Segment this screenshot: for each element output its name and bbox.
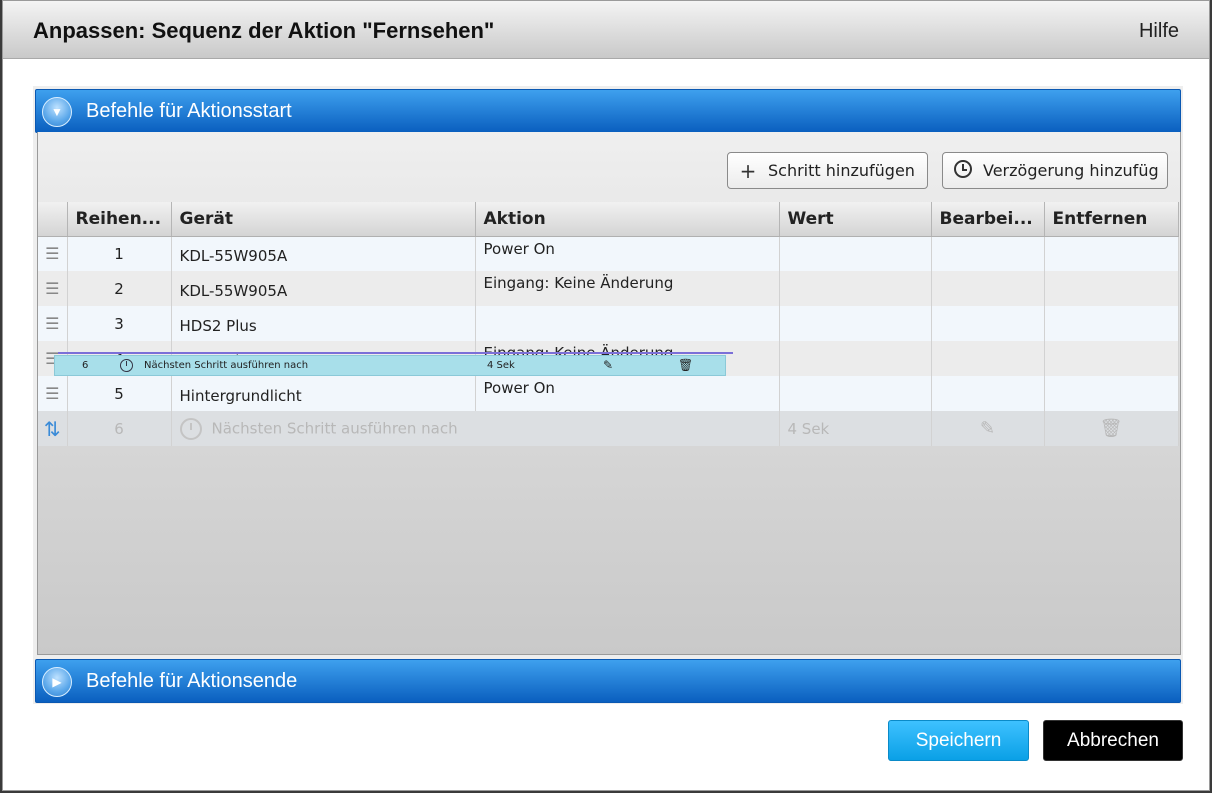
pencil-icon: ✎ bbox=[603, 358, 614, 372]
column-header-action[interactable]: Aktion bbox=[475, 202, 780, 237]
row-value bbox=[779, 271, 932, 306]
row-order: 5 bbox=[67, 376, 172, 411]
row-remove-cell bbox=[1044, 236, 1179, 271]
add-step-label: Schritt hinzufügen bbox=[768, 161, 915, 180]
row-order: 3 bbox=[67, 306, 172, 341]
sequence-table: Reihen... Gerät Aktion Wert Bearbei... E… bbox=[38, 202, 1179, 446]
clock-icon bbox=[179, 417, 202, 440]
drag-handle-icon[interactable]: ☰ bbox=[38, 236, 68, 271]
row-edit-cell bbox=[931, 306, 1045, 341]
title-bar: Anpassen: Sequenz der Aktion "Fernsehen"… bbox=[3, 1, 1209, 59]
save-button[interactable]: Speichern bbox=[888, 720, 1029, 761]
row-edit-cell bbox=[931, 236, 1045, 271]
ghost-row-value: 4 Sek bbox=[779, 411, 932, 446]
row-value bbox=[779, 376, 932, 411]
drag-row-order: 6 bbox=[82, 360, 89, 371]
action-start-panel: + Schritt hinzufügen Verzögerung hinzufü… bbox=[37, 132, 1181, 655]
row-edit-cell bbox=[931, 376, 1045, 411]
chevron-right-icon: ▶ bbox=[42, 667, 72, 697]
row-value bbox=[779, 341, 932, 376]
dialog-content: ▼ Befehle für Aktionsstart + Schritt hin… bbox=[33, 86, 1183, 704]
dragged-row[interactable]: 6 Nächsten Schritt ausführen nach 4 Sek … bbox=[54, 355, 726, 376]
row-remove-cell bbox=[1044, 376, 1179, 411]
drag-row-text: Nächsten Schritt ausführen nach bbox=[144, 360, 309, 371]
row-value bbox=[779, 236, 932, 271]
chevron-down-icon: ▼ bbox=[42, 97, 72, 127]
row-remove-cell bbox=[1044, 341, 1179, 376]
row-action bbox=[475, 306, 780, 341]
drag-handle-icon[interactable]: ☰ bbox=[38, 376, 68, 411]
section-title-action-end: Befehle für Aktionsende bbox=[86, 670, 298, 692]
column-header-edit[interactable]: Bearbei... bbox=[931, 202, 1045, 237]
drag-handle-icon[interactable]: ☰ bbox=[38, 271, 68, 306]
ghost-row-order: 6 bbox=[67, 411, 172, 446]
row-action: Power On bbox=[475, 236, 780, 271]
column-header-handle bbox=[38, 202, 68, 237]
section-title-action-start: Befehle für Aktionsstart bbox=[86, 100, 292, 122]
row-action: Eingang: Keine Änderung bbox=[475, 271, 780, 306]
drag-handle-icon[interactable]: ☰ bbox=[38, 306, 68, 341]
drop-indicator-line bbox=[58, 352, 733, 354]
table-header-row: Reihen... Gerät Aktion Wert Bearbei... E… bbox=[38, 202, 1179, 237]
drag-row-value: 4 Sek bbox=[487, 360, 515, 371]
column-header-remove[interactable]: Entfernen bbox=[1044, 202, 1179, 237]
customize-dialog: Anpassen: Sequenz der Aktion "Fernsehen"… bbox=[2, 0, 1210, 791]
help-link[interactable]: Hilfe bbox=[1139, 20, 1179, 43]
row-device: KDL-55W905A bbox=[171, 271, 476, 306]
row-remove-cell bbox=[1044, 271, 1179, 306]
row-edit-cell bbox=[931, 341, 1045, 376]
column-header-device[interactable]: Gerät bbox=[171, 202, 476, 237]
section-header-action-start[interactable]: ▼ Befehle für Aktionsstart bbox=[35, 89, 1181, 133]
row-order: 1 bbox=[67, 236, 172, 271]
row-order: 2 bbox=[67, 271, 172, 306]
table-row[interactable]: ☰ 3 HDS2 Plus bbox=[38, 306, 1179, 341]
row-device: KDL-55W905A bbox=[171, 236, 476, 271]
clock-icon bbox=[954, 159, 972, 178]
row-value bbox=[779, 306, 932, 341]
reorder-arrows-icon: ⇅ bbox=[38, 411, 68, 446]
row-action: Power On bbox=[475, 376, 780, 411]
column-header-order[interactable]: Reihen... bbox=[67, 202, 172, 237]
cancel-button[interactable]: Abbrechen bbox=[1043, 720, 1183, 761]
row-device: Hintergrundlicht bbox=[171, 376, 476, 411]
row-edit-cell bbox=[931, 271, 1045, 306]
trash-icon: 🗑 bbox=[1044, 411, 1179, 446]
column-header-value[interactable]: Wert bbox=[779, 202, 932, 237]
pencil-icon: ✎ bbox=[931, 411, 1045, 446]
dragged-row-placeholder: ⇅ 6 Nächsten Schritt ausführen nach 4 Se… bbox=[38, 411, 1179, 446]
section-header-action-end[interactable]: ▶ Befehle für Aktionsende bbox=[35, 659, 1181, 703]
trash-icon: 🗑 bbox=[678, 358, 694, 372]
clock-icon bbox=[120, 359, 133, 372]
dialog-title: Anpassen: Sequenz der Aktion "Fernsehen" bbox=[33, 18, 495, 43]
table-row[interactable]: ☰ 2 KDL-55W905A Eingang: Keine Änderung bbox=[38, 271, 1179, 306]
table-row[interactable]: ☰ 5 Hintergrundlicht Power On bbox=[38, 376, 1179, 411]
plus-icon: + bbox=[739, 158, 757, 183]
add-delay-label: Verzögerung hinzufüg bbox=[983, 161, 1159, 180]
add-delay-button[interactable]: Verzögerung hinzufüg bbox=[942, 152, 1168, 189]
row-remove-cell bbox=[1044, 306, 1179, 341]
row-device: HDS2 Plus bbox=[171, 306, 476, 341]
ghost-row-text: Nächsten Schritt ausführen nach bbox=[211, 419, 458, 437]
table-row[interactable]: ☰ 1 KDL-55W905A Power On bbox=[38, 236, 1179, 271]
add-step-button[interactable]: + Schritt hinzufügen bbox=[727, 152, 928, 189]
